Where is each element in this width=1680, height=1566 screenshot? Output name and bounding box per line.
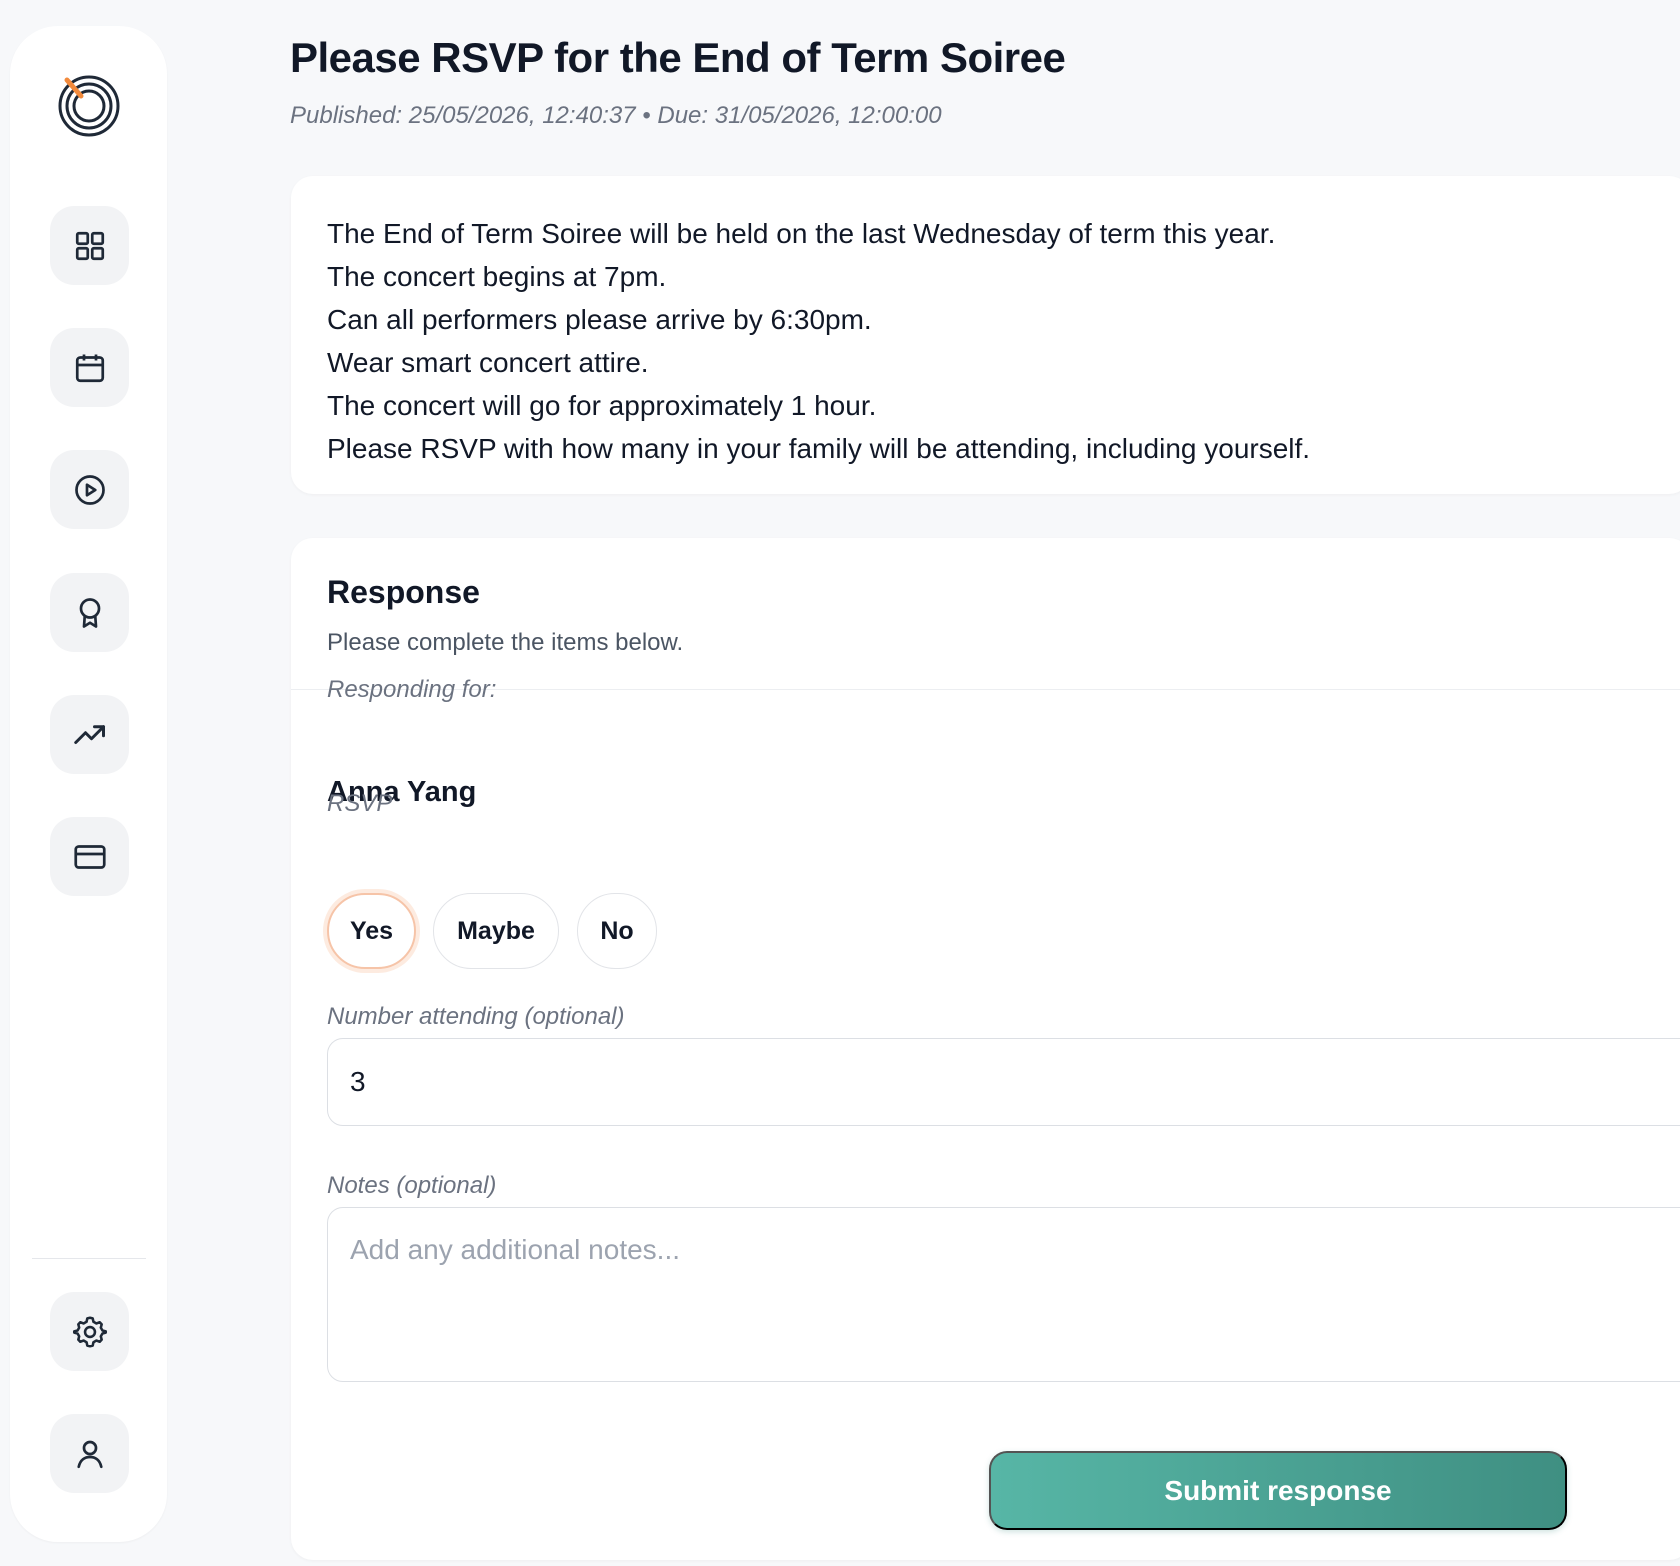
gear-icon xyxy=(72,1315,107,1348)
nav-calendar-button[interactable] xyxy=(50,328,129,407)
award-icon xyxy=(79,597,100,628)
response-title: Response xyxy=(327,574,480,610)
description-line: The concert will go for approximately 1 … xyxy=(327,390,877,421)
play-circle-icon xyxy=(74,474,105,505)
credit-card-icon xyxy=(73,844,106,869)
sidebar xyxy=(10,26,167,1542)
response-subtitle: Please complete the items below. xyxy=(327,629,684,656)
dashboard-icon xyxy=(75,231,104,260)
rsvp-yes-button[interactable]: Yes xyxy=(327,893,416,969)
page-title: Please RSVP for the End of Term Soiree xyxy=(290,34,1066,81)
publish-meta: Published: 25/05/2026, 12:40:37 • Due: 3… xyxy=(290,102,942,129)
nav-settings-button[interactable] xyxy=(50,1292,129,1371)
description-line: Wear smart concert attire. xyxy=(327,347,649,378)
responding-for-label: Responding for: xyxy=(327,676,497,703)
notes-label: Notes (optional) xyxy=(327,1172,497,1199)
description-line: Can all performers please arrive by 6:30… xyxy=(327,304,872,335)
nav-billing-button[interactable] xyxy=(50,817,129,896)
description-line: The concert begins at 7pm. xyxy=(327,261,667,292)
number-attending-input[interactable]: 3 xyxy=(327,1038,1680,1126)
page-header: Please RSVP for the End of Term Soiree P… xyxy=(290,34,1066,130)
announcement-card: The End of Term Soiree will be held on t… xyxy=(291,176,1680,494)
notes-textarea[interactable]: Add any additional notes... xyxy=(327,1207,1680,1382)
rsvp-no-button[interactable]: No xyxy=(577,893,657,969)
nav-awards-button[interactable] xyxy=(50,573,129,652)
nav-media-button[interactable] xyxy=(50,450,129,529)
user-icon xyxy=(76,1440,103,1468)
nav-progress-button[interactable] xyxy=(50,695,129,774)
response-header: Response Please complete the items below… xyxy=(291,538,1680,690)
number-attending-label: Number attending (optional) xyxy=(327,1003,625,1030)
description-line: Please RSVP with how many in your family… xyxy=(327,433,1311,464)
description-line: The End of Term Soiree will be held on t… xyxy=(327,218,1276,249)
submit-response-button[interactable]: Submit response xyxy=(989,1451,1567,1530)
response-card: Response Please complete the items below… xyxy=(291,538,1680,1560)
sidebar-divider xyxy=(32,1258,146,1259)
target-logo-icon[interactable] xyxy=(57,74,121,138)
rsvp-label: RSVP xyxy=(327,790,393,817)
nav-profile-button[interactable] xyxy=(50,1414,129,1493)
trending-up-icon xyxy=(73,724,105,744)
rsvp-maybe-button[interactable]: Maybe xyxy=(433,893,559,969)
nav-dashboard-button[interactable] xyxy=(50,206,129,285)
calendar-icon xyxy=(75,354,104,382)
